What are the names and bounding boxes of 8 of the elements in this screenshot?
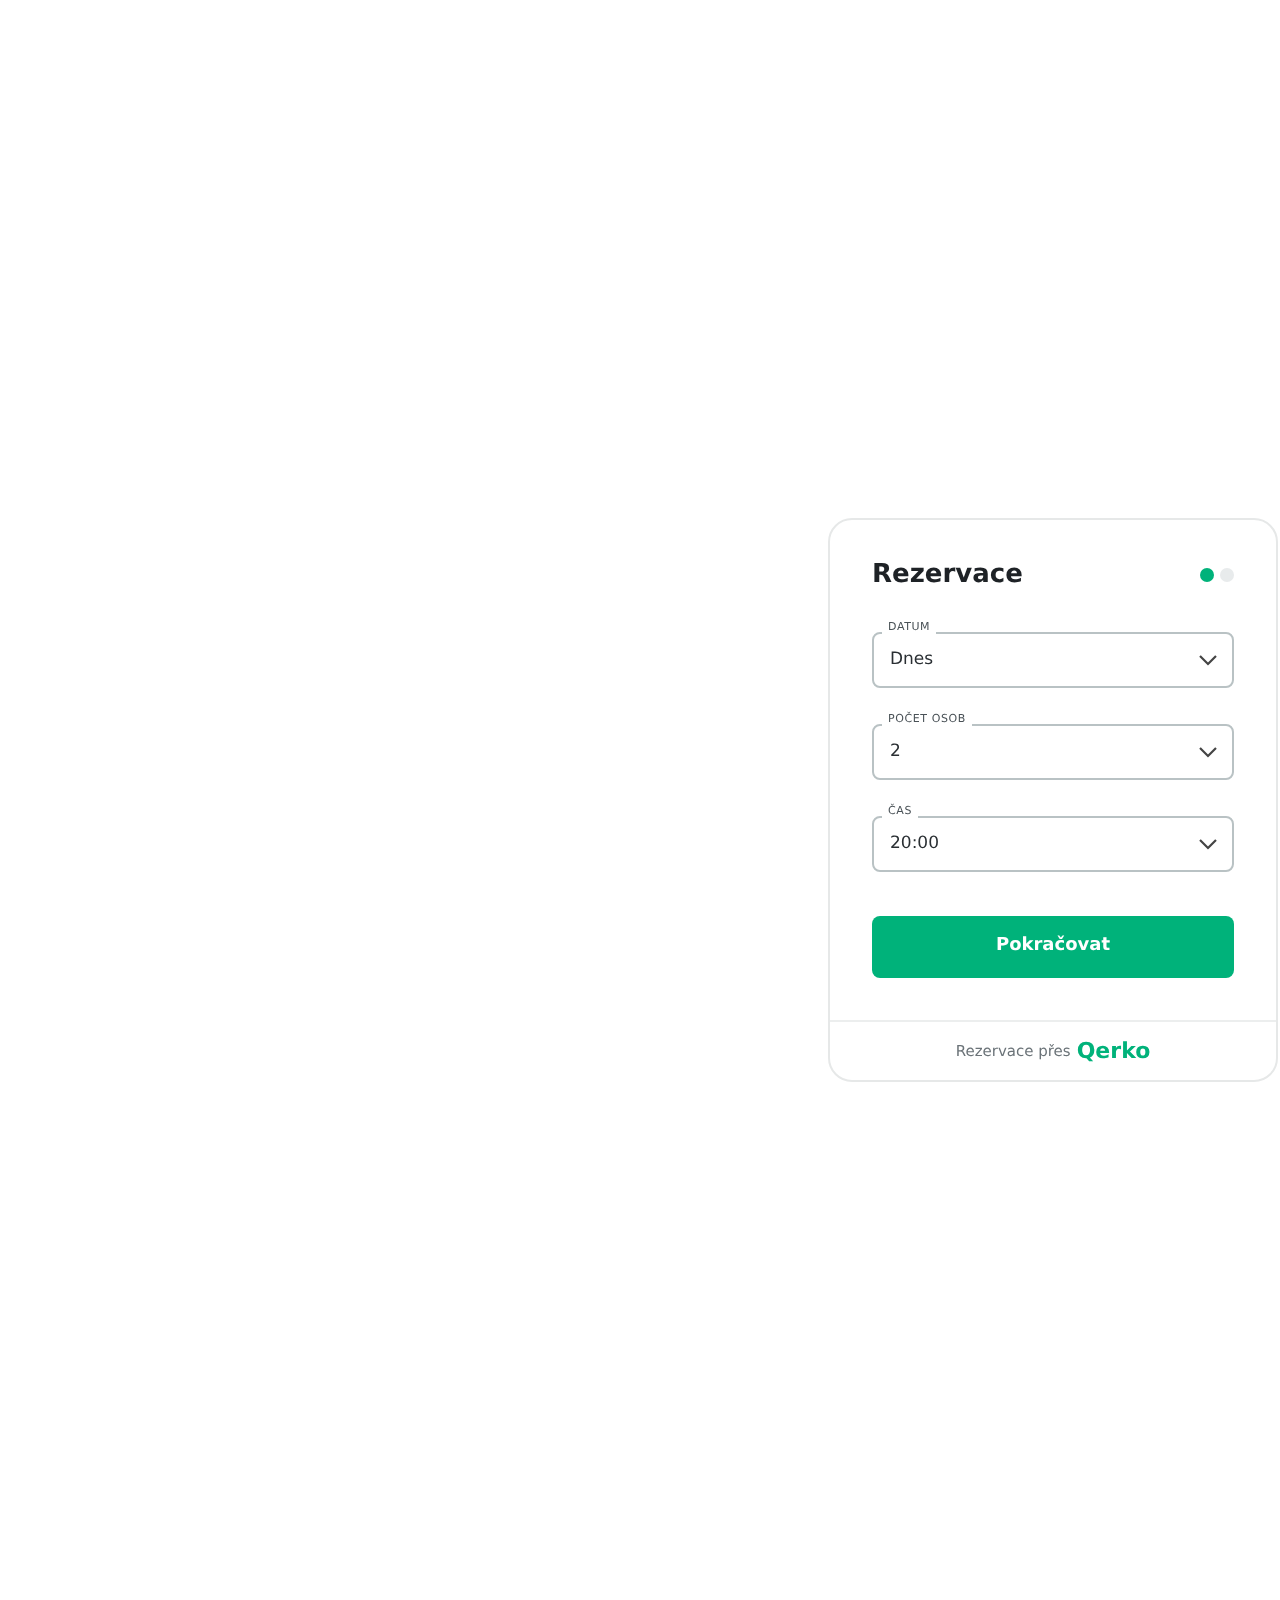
chevron-down-icon [1198,653,1218,665]
field-value: Dnes [890,649,934,669]
select-field[interactable]: 20:00 [872,815,1234,871]
card-title: Rezervace [872,559,1023,589]
chevron-down-icon [1198,837,1218,849]
chevron-down-icon [1198,745,1218,757]
field-value: 2 [890,741,901,761]
field-value: 20:00 [890,833,939,853]
